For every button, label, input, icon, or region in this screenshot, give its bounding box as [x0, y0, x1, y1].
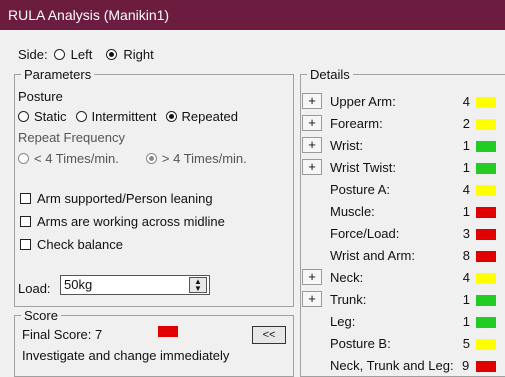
detail-row: + Wrist Twist: 1 — [302, 157, 502, 179]
posture-options: Static Intermittent Repeated — [18, 109, 238, 124]
expand-button[interactable]: + — [302, 115, 322, 131]
load-label: Load: — [18, 281, 51, 296]
arms-midline-check[interactable]: Arms are working across midline — [20, 214, 225, 229]
detail-color-swatch — [476, 97, 496, 108]
detail-color-swatch — [476, 141, 496, 152]
window-title: RULA Analysis (Manikin1) — [0, 0, 505, 30]
collapse-details-button[interactable]: << — [252, 326, 286, 344]
detail-row: Posture B: 5 — [302, 333, 502, 355]
detail-row: Wrist and Arm: 8 — [302, 245, 502, 267]
detail-label: Leg: — [330, 314, 356, 329]
arms-midline-checkbox[interactable] — [20, 216, 31, 227]
posture-intermittent-radio[interactable] — [75, 111, 87, 122]
detail-row: + Wrist: 1 — [302, 135, 502, 157]
detail-row: Posture A: 4 — [302, 179, 502, 201]
detail-value: 4 — [462, 270, 470, 285]
expand-button[interactable]: + — [302, 269, 322, 285]
check-balance-check[interactable]: Check balance — [20, 237, 123, 252]
expand-button[interactable]: + — [302, 137, 322, 153]
parameters-title: Parameters — [24, 67, 92, 82]
side-left-radio[interactable] — [53, 49, 65, 60]
final-score-swatch — [158, 326, 178, 337]
detail-value: 9 — [462, 358, 470, 373]
detail-color-swatch — [476, 273, 496, 284]
detail-row: Muscle: 1 — [302, 201, 502, 223]
detail-row: + Forearm: 2 — [302, 113, 502, 135]
detail-label: Wrist: — [330, 138, 363, 153]
posture-label: Posture — [18, 89, 63, 104]
detail-color-swatch — [476, 163, 496, 174]
load-spinner[interactable]: ▲ ▼ — [189, 277, 207, 293]
detail-color-swatch — [476, 207, 496, 218]
detail-color-swatch — [476, 317, 496, 328]
side-selector: Side: Left Right — [18, 47, 154, 62]
score-message: Investigate and change immediately — [22, 348, 230, 363]
final-score-label: Final Score: 7 — [22, 327, 103, 342]
detail-value: 4 — [462, 182, 470, 197]
detail-value: 2 — [462, 116, 470, 131]
freq-more-label[interactable]: > 4 Times/min. — [162, 151, 247, 166]
detail-value: 5 — [462, 336, 470, 351]
score-title: Score — [24, 308, 58, 323]
load-input[interactable]: 50kg ▲ ▼ — [60, 275, 210, 295]
side-right-label[interactable]: Right — [123, 47, 153, 62]
detail-row: Force/Load: 3 — [302, 223, 502, 245]
detail-color-swatch — [476, 229, 496, 240]
detail-label: Posture A: — [330, 182, 390, 197]
expand-button[interactable]: + — [302, 159, 322, 175]
detail-color-swatch — [476, 119, 496, 130]
freq-less-radio[interactable] — [18, 153, 29, 164]
detail-label: Trunk: — [330, 292, 367, 307]
repeat-frequency-options: < 4 Times/min. > 4 Times/min. — [18, 151, 247, 166]
posture-repeated-radio[interactable] — [165, 111, 177, 122]
detail-label: Muscle: — [330, 204, 375, 219]
detail-row: + Upper Arm: 4 — [302, 91, 502, 113]
detail-label: Wrist and Arm: — [330, 248, 416, 263]
side-left-label[interactable]: Left — [71, 47, 93, 62]
detail-label: Wrist Twist: — [330, 160, 396, 175]
details-title: Details — [310, 67, 350, 82]
detail-value: 3 — [462, 226, 470, 241]
detail-value: 1 — [462, 314, 470, 329]
posture-repeated-label[interactable]: Repeated — [182, 109, 238, 124]
detail-label: Force/Load: — [330, 226, 400, 241]
posture-static-radio[interactable] — [18, 111, 29, 122]
freq-less-label[interactable]: < 4 Times/min. — [34, 151, 119, 166]
check-balance-checkbox[interactable] — [20, 239, 31, 250]
detail-label: Forearm: — [330, 116, 383, 131]
side-right-radio[interactable] — [106, 49, 118, 60]
detail-color-swatch — [476, 251, 496, 262]
arm-supported-check[interactable]: Arm supported/Person leaning — [20, 191, 213, 206]
detail-label: Posture B: — [330, 336, 391, 351]
load-value: 50kg — [64, 277, 93, 292]
detail-value: 1 — [462, 138, 470, 153]
posture-intermittent-label[interactable]: Intermittent — [92, 109, 157, 124]
detail-row: + Neck: 4 — [302, 267, 502, 289]
freq-more-radio[interactable] — [145, 153, 157, 164]
detail-value: 1 — [462, 292, 470, 307]
check-balance-label[interactable]: Check balance — [37, 237, 123, 252]
detail-row: Neck, Trunk and Leg: 9 — [302, 355, 502, 377]
detail-value: 1 — [462, 160, 470, 175]
repeat-frequency-label: Repeat Frequency — [18, 130, 125, 145]
detail-row: Leg: 1 — [302, 311, 502, 333]
side-label: Side: — [18, 47, 48, 62]
detail-label: Upper Arm: — [330, 94, 396, 109]
arm-supported-checkbox[interactable] — [20, 193, 31, 204]
detail-label: Neck: — [330, 270, 364, 285]
detail-value: 4 — [462, 94, 470, 109]
arms-midline-label[interactable]: Arms are working across midline — [37, 214, 225, 229]
arm-supported-label[interactable]: Arm supported/Person leaning — [37, 191, 213, 206]
expand-button[interactable]: + — [302, 291, 322, 307]
detail-color-swatch — [476, 339, 496, 350]
detail-color-swatch — [476, 361, 496, 372]
detail-row: + Trunk: 1 — [302, 289, 502, 311]
expand-button[interactable]: + — [302, 93, 322, 109]
posture-static-label[interactable]: Static — [34, 109, 67, 124]
detail-value: 1 — [462, 204, 470, 219]
detail-color-swatch — [476, 185, 496, 196]
detail-value: 8 — [462, 248, 470, 263]
detail-color-swatch — [476, 295, 496, 306]
detail-label: Neck, Trunk and Leg: — [330, 358, 454, 373]
